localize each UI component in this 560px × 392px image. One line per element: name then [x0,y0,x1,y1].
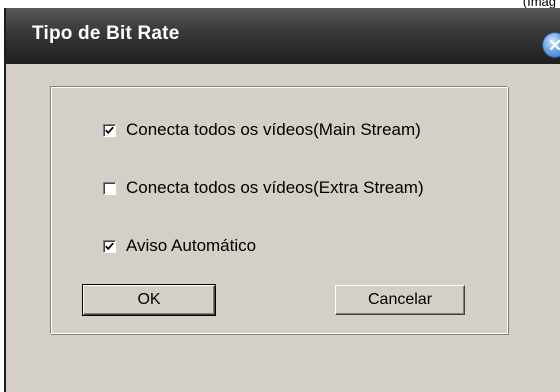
checkbox-auto-warning[interactable]: Aviso Automático [103,235,256,257]
checkbox-extra-stream-box[interactable] [103,181,116,195]
check-icon [105,242,114,250]
ok-button[interactable]: OK [82,284,216,316]
dialog-titlebar[interactable]: Tipo de Bit Rate [6,8,560,64]
close-icon [549,39,560,51]
check-icon [105,126,114,134]
screenshot-page: (Imag Tipo de Bit Rate Conecta todos os … [0,0,560,392]
checkbox-main-stream-box[interactable] [103,123,116,137]
checkbox-main-stream-label: Conecta todos os vídeos(Main Stream) [126,120,421,139]
bit-rate-dialog: Tipo de Bit Rate Conecta todos os vídeos… [4,8,560,392]
options-group: Conecta todos os vídeos(Main Stream) Con… [50,86,508,334]
close-button[interactable] [542,32,560,58]
checkbox-auto-warning-label: Aviso Automático [126,236,257,255]
checkbox-auto-warning-box[interactable] [103,239,116,253]
dialog-title: Tipo de Bit Rate [32,23,180,44]
checkbox-extra-stream[interactable]: Conecta todos os vídeos(Extra Stream) [103,177,424,199]
checkbox-extra-stream-label: Conecta todos os vídeos(Extra Stream) [126,178,424,197]
checkbox-main-stream[interactable]: Conecta todos os vídeos(Main Stream) [103,119,421,141]
background-strip: (Imag [0,0,560,9]
cancel-button[interactable]: Cancelar [335,285,465,315]
